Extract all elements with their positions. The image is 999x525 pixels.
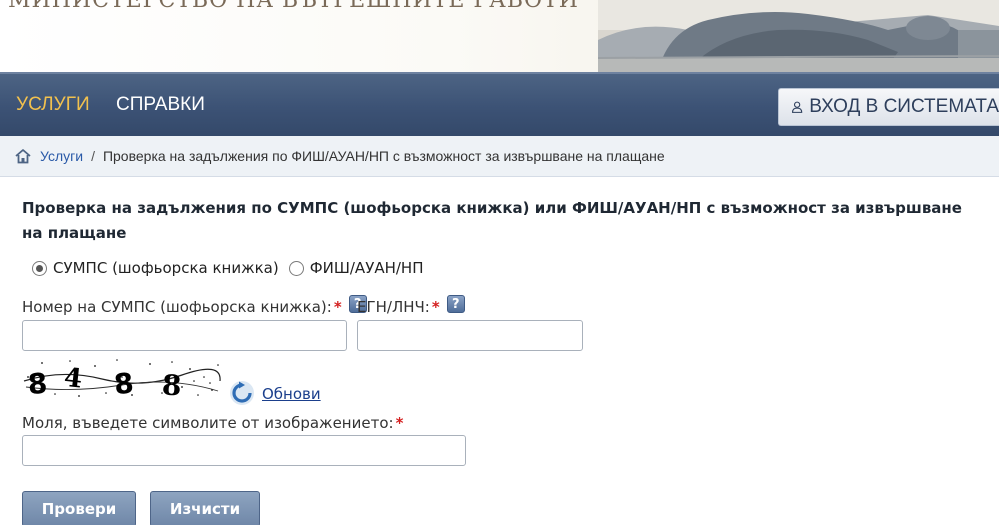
- required-marker: *: [431, 298, 440, 316]
- required-marker: *: [333, 298, 342, 316]
- login-button[interactable]: ВХОД В СИСТЕМАТА: [778, 88, 999, 126]
- main-navbar: УСЛУГИ СПРАВКИ ВХОД В СИСТЕМАТА: [0, 72, 999, 136]
- login-button-label: ВХОД В СИСТЕМАТА: [809, 96, 999, 117]
- user-icon: [791, 101, 803, 113]
- breadcrumb: Услуги / Проверка на задължения по ФИШ/А…: [0, 136, 999, 177]
- ministry-title: МИНИСТЕРСТВО НА ВЪТРЕШНИТЕ РАБОТИ: [8, 0, 579, 13]
- search-type-radio-group: СУМПС (шофьорска книжка) ФИШ/АУАН/НП: [32, 259, 424, 277]
- page-title: Проверка на задължения по СУМПС (шофьорс…: [22, 199, 962, 242]
- nav-item-services[interactable]: УСЛУГИ: [16, 94, 90, 116]
- captcha-input[interactable]: [22, 435, 466, 466]
- captcha-image: 8 4 8 8: [22, 357, 222, 399]
- license-number-label-text: Номер на СУМПС (шофьорска книжка):: [22, 298, 332, 316]
- lion-statue-image: [598, 0, 999, 72]
- license-number-input[interactable]: [22, 320, 347, 351]
- license-number-label: Номер на СУМПС (шофьорска книжка): * ?: [22, 295, 367, 316]
- captcha-char: 8: [27, 367, 49, 399]
- radio-license[interactable]: [32, 260, 47, 276]
- egn-input[interactable]: [357, 320, 583, 351]
- egn-label: ЕГН/ЛНЧ: * ?: [357, 295, 465, 316]
- header-banner: МИНИСТЕРСТВО НА ВЪТРЕШНИТЕ РАБОТИ: [0, 0, 999, 72]
- clear-button[interactable]: Изчисти: [150, 491, 260, 525]
- refresh-captcha-link[interactable]: Обнови: [262, 385, 321, 403]
- required-marker: *: [395, 414, 404, 432]
- breadcrumb-separator: /: [91, 148, 95, 164]
- home-icon[interactable]: [14, 148, 32, 164]
- captcha-prompt-text: Моля, въведете символите от изображениет…: [22, 414, 394, 432]
- captcha-char: 4: [62, 363, 83, 395]
- egn-label-text: ЕГН/ЛНЧ:: [357, 298, 430, 316]
- refresh-icon[interactable]: [229, 380, 255, 406]
- captcha-char: 8: [112, 366, 135, 399]
- breadcrumb-link-services[interactable]: Услуги: [40, 148, 83, 164]
- nav-item-references[interactable]: СПРАВКИ: [116, 94, 205, 116]
- radio-fine-ticket-label[interactable]: ФИШ/АУАН/НП: [310, 259, 424, 277]
- radio-fine-ticket[interactable]: [288, 260, 304, 276]
- check-button[interactable]: Провери: [22, 491, 136, 525]
- breadcrumb-current: Проверка на задължения по ФИШ/АУАН/НП с …: [102, 148, 665, 164]
- radio-license-label[interactable]: СУМПС (шофьорска книжка): [53, 259, 279, 277]
- captcha-char: 8: [161, 368, 182, 399]
- captcha-prompt-label: Моля, въведете символите от изображениет…: [22, 414, 403, 432]
- help-icon[interactable]: ?: [446, 295, 465, 313]
